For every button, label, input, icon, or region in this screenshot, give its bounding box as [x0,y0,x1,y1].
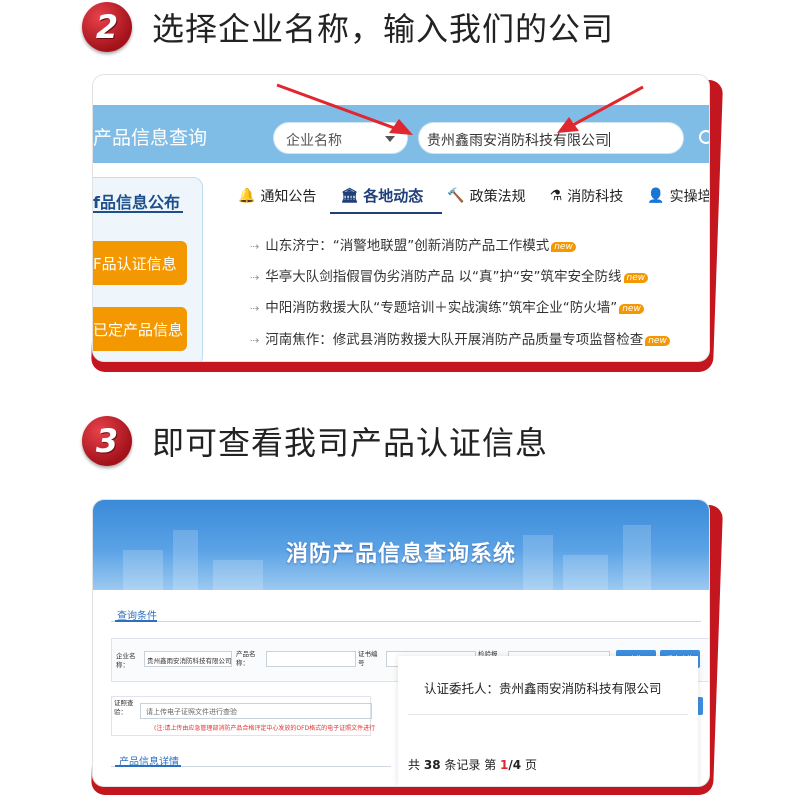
arrow-icon: ⇢ [250,302,260,315]
step-2-number: 2 [95,8,119,46]
tab-label: 消防科技 [567,188,624,205]
section-divider [111,621,701,622]
sidebar-title: f品信息公布 [93,193,180,212]
search-icon[interactable] [699,130,709,144]
record-count: 38 [423,758,441,772]
gavel-icon: 🔨 [447,187,465,204]
news-item[interactable]: ⇢ 河南焦作：修武县消防救援大队开展消防产品质量专项监督检查 new [250,328,670,348]
step-3-heading: 3 即可查看我司产品认证信息 [82,416,548,466]
news-tabs: 🔔 通知公告 🏛 各地动态 🔨 政策法规 ⚗ 消防科技 👤 实操培 [238,185,710,206]
building-icon: 🏛 [340,187,359,204]
cert-client-value: 贵州鑫雨安消防科技有限公司 [499,681,662,696]
new-badge: new [619,304,644,314]
step-2-heading: 2 选择企业名称，输入我们的公司 [82,2,614,52]
panel-1-screenshot: 产品信息查询 企业名称 贵州鑫雨安消防科技有限公司 f品信息公布 F品认证信息 … [92,74,710,362]
ecert-label: 证照查验： [114,699,134,716]
product-field[interactable] [266,651,356,667]
ecert-upload-field[interactable]: 请上传电子证照文件进行查验 [140,703,372,719]
tab-label: 政策法规 [469,188,526,205]
bell-icon: 🔔 [238,187,256,204]
tab-training[interactable]: 👤 实操培 [647,185,710,206]
ecert-upload-area: 证照查验： 请上传电子证照文件进行查验 (注:请上传由应急管理部消防产品合格评定… [111,696,375,736]
product-label: 产品名称： [236,650,256,667]
upload-hint: (注:请上传由应急管理部消防产品合格评定中心发放的OFD格式的电子证照文件进行 [154,725,376,732]
tab-label: 实操培 [669,188,710,205]
new-badge: new [623,273,649,283]
tab-notices[interactable]: 🔔 通知公告 [238,185,316,206]
news-title: 中阳消防救援大队“专题培训＋实战演练”筑牢企业“防火墙” [265,300,618,316]
news-item[interactable]: ⇢ 中阳消防救援大队“专题培训＋实战演练”筑牢企业“防火墙” new [250,296,644,316]
section-marker [115,620,157,622]
tab-label: 各地动态 [363,187,424,205]
new-badge: new [645,336,670,346]
cert-no-label: 证书编号 [358,650,378,667]
tab-label: 通知公告 [260,188,317,205]
news-title: 河南焦作：修武县消防救援大队开展消防产品质量专项监督检查 [265,332,644,348]
step-3-badge: 3 [82,416,132,466]
pointer-arrow-right [557,85,644,133]
active-tab-underline [330,212,442,214]
panel-2-screenshot: 消防产品信息查询系统 查询条件 企业名称： 贵州鑫雨安消防科技有限公司 产品名称… [92,499,710,787]
arrow-icon: ⇢ [250,240,260,253]
news-item[interactable]: ⇢ 山东济宁：“消警地联盟”创新消防产品工作模式 new [250,234,576,254]
step-3-number: 3 [95,422,119,460]
system-title: 消防产品信息查询系统 [285,542,516,567]
news-title: 山东济宁：“消警地联盟”创新消防产品工作模式 [265,238,550,254]
pagination-summary: 共 38 条记录 第 1/4 页 [408,756,537,773]
arrow-icon: ⇢ [250,334,260,347]
cert-client-row: 认证委托人：贵州鑫雨安消防科技有限公司 [424,678,662,697]
tab-fire-tech[interactable]: ⚗ 消防科技 [550,185,624,206]
pager-mid: 条记录 第 [444,758,497,772]
pager-suffix: 页 [524,758,537,772]
step-2-title: 选择企业名称，输入我们的公司 [152,10,615,48]
sidebar-button-product-info[interactable]: 已定产品信息 [93,307,187,351]
cert-client-label: 认证委托人： [424,681,500,696]
person-icon: 👤 [647,187,665,204]
arrow-icon: ⇢ [250,271,260,284]
pager-prefix: 共 [408,758,421,772]
step-2-badge: 2 [82,2,132,52]
news-title: 华亭大队剑指假冒伪劣消防产品 以“真”护“安”筑牢安全防线 [265,269,622,285]
sidebar-title-underline [93,211,183,213]
tab-policies[interactable]: 🔨 政策法规 [447,185,525,206]
company-label: 企业名称： [116,652,136,669]
company-field[interactable]: 贵州鑫雨安消防科技有限公司 [144,651,232,667]
total-pages: /4 [508,758,522,772]
flask-icon: ⚗ [549,187,563,204]
pointer-arrow-left [276,83,413,135]
news-item[interactable]: ⇢ 华亭大队剑指假冒伪劣消防产品 以“真”护“安”筑牢安全防线 new [250,265,649,285]
new-badge: new [551,242,576,252]
popup-divider [408,714,688,715]
tab-local-news[interactable]: 🏛 各地动态 [340,185,423,206]
step-3-title: 即可查看我司产品认证信息 [152,424,549,462]
result-popup: 认证委托人：贵州鑫雨安消防科技有限公司 共 38 条记录 第 1/4 页 [398,656,698,786]
site-title: 产品信息查询 [93,127,208,149]
section-marker [115,765,181,767]
sidebar-button-cert-info[interactable]: F品认证信息 [93,241,187,285]
